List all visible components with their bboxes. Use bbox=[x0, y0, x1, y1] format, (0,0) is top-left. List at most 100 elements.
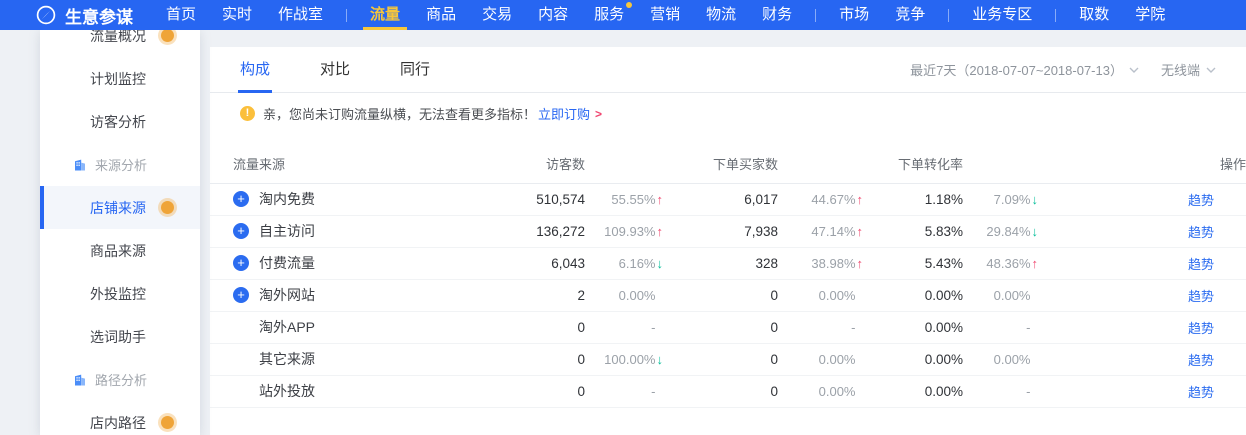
expand-icon[interactable]: + bbox=[233, 223, 249, 239]
buyers-change: 47.14%↑ bbox=[778, 215, 863, 247]
traffic-source-table: 流量来源访客数下单买家数下单转化率操作 +淘内免费510,57455.55%↑6… bbox=[210, 145, 1246, 408]
nav-item-competition[interactable]: 竞争 bbox=[895, 0, 925, 30]
brand[interactable]: 生意参谋 bbox=[36, 3, 133, 28]
table-row: +付费流量6,0436.16%↓32838.98%↑5.43%48.36%↑趋势 bbox=[210, 247, 1246, 279]
sidebar-item-label: 商品来源 bbox=[90, 241, 146, 261]
sidebar-item-label: 选词助手 bbox=[90, 327, 146, 347]
column-header: 流量来源 bbox=[210, 145, 500, 183]
arrow-right-icon: > bbox=[595, 107, 602, 121]
tabs: 构成 对比 同行 bbox=[240, 47, 480, 93]
sidebar: 流量概况计划监控访客分析来源分析店铺来源商品来源外投监控选词助手路径分析店内路径 bbox=[40, 30, 200, 435]
buyers-value: 0 bbox=[663, 375, 778, 407]
arrow-down-icon: ↓ bbox=[1032, 224, 1039, 239]
nav-item-realtime[interactable]: 实时 bbox=[222, 0, 252, 30]
terminal-label: 无线端 bbox=[1161, 60, 1200, 79]
visitors-change: 6.16%↓ bbox=[585, 247, 663, 279]
trend-link[interactable]: 趋势 bbox=[1188, 289, 1214, 304]
terminal-selector[interactable]: 无线端 bbox=[1161, 60, 1216, 79]
nav-item-data-extract[interactable]: 取数 bbox=[1079, 0, 1109, 30]
sidebar-item-visitor-analysis[interactable]: 访客分析 bbox=[40, 100, 200, 143]
change-value: - bbox=[1026, 320, 1030, 335]
buyers-value: 0 bbox=[663, 343, 778, 375]
nav-item-traffic[interactable]: 流量 bbox=[370, 0, 400, 30]
nav-item-content[interactable]: 内容 bbox=[538, 0, 568, 30]
table-header-row: 流量来源访客数下单买家数下单转化率操作 bbox=[210, 145, 1246, 183]
column-header bbox=[778, 145, 863, 183]
trend-link[interactable]: 趋势 bbox=[1188, 225, 1214, 240]
nav-divider bbox=[815, 9, 816, 22]
conversion-value: 1.18% bbox=[863, 183, 963, 215]
expand-icon[interactable]: + bbox=[233, 191, 249, 207]
sidebar-item-product-source[interactable]: 商品来源 bbox=[40, 229, 200, 272]
trend-link[interactable]: 趋势 bbox=[1188, 321, 1214, 336]
tab-compare[interactable]: 对比 bbox=[320, 47, 350, 93]
building-icon bbox=[73, 373, 87, 387]
sidebar-item-label: 店铺来源 bbox=[90, 198, 146, 218]
conversion-change: -↑ bbox=[963, 375, 1038, 407]
nav-item-service[interactable]: 服务 bbox=[594, 0, 624, 30]
nav-item-logistics[interactable]: 物流 bbox=[706, 0, 736, 30]
nav-item-finance[interactable]: 财务 bbox=[762, 0, 792, 30]
new-badge-dot bbox=[161, 416, 174, 429]
source-name: 淘外网站 bbox=[259, 287, 315, 303]
table-row: +其它来源0100.00%↓00.00%↑0.00%0.00%↑趋势 bbox=[210, 343, 1246, 375]
action-cell: 趋势 bbox=[1038, 311, 1246, 343]
nav-item-home[interactable]: 首页 bbox=[166, 0, 196, 30]
conversion-value: 5.43% bbox=[863, 247, 963, 279]
nav-item-trade[interactable]: 交易 bbox=[482, 0, 512, 30]
trend-link[interactable]: 趋势 bbox=[1188, 257, 1214, 272]
nav-item-product[interactable]: 商品 bbox=[426, 0, 456, 30]
buyers-value: 0 bbox=[663, 279, 778, 311]
expand-icon[interactable]: + bbox=[233, 255, 249, 271]
source-name-cell: +淘外APP bbox=[210, 311, 500, 343]
sidebar-item-shop-source[interactable]: 店铺来源 bbox=[40, 186, 200, 229]
sidebar-item-external-monitor[interactable]: 外投监控 bbox=[40, 272, 200, 315]
trend-link[interactable]: 趋势 bbox=[1188, 353, 1214, 368]
change-value: - bbox=[851, 320, 855, 335]
column-header: 下单买家数 bbox=[663, 145, 778, 183]
sidebar-item-instore-path[interactable]: 店内路径 bbox=[40, 401, 200, 435]
change-value: - bbox=[651, 320, 655, 335]
change-value: 47.14% bbox=[811, 224, 855, 239]
change-value: 0.00% bbox=[819, 384, 856, 399]
source-name-cell: +站外投放 bbox=[210, 375, 500, 407]
action-cell: 趋势 bbox=[1038, 183, 1246, 215]
source-name: 淘内免费 bbox=[259, 191, 315, 207]
sidebar-item-label: 店内路径 bbox=[90, 413, 146, 433]
tab-peers[interactable]: 同行 bbox=[400, 47, 430, 93]
change-value: 0.00% bbox=[819, 288, 856, 303]
action-cell: 趋势 bbox=[1038, 247, 1246, 279]
visitors-value: 6,043 bbox=[500, 247, 585, 279]
date-range-selector[interactable]: 最近7天（2018-07-07~2018-07-13） bbox=[910, 60, 1139, 79]
expand-icon[interactable]: + bbox=[233, 287, 249, 303]
sidebar-item-traffic-overview[interactable]: 流量概况 bbox=[40, 30, 200, 57]
action-cell: 趋势 bbox=[1038, 279, 1246, 311]
change-value: - bbox=[1026, 384, 1030, 399]
nav-item-war-room[interactable]: 作战室 bbox=[278, 0, 323, 30]
table-row: +淘外APP0-↑0-↑0.00%-↑趋势 bbox=[210, 311, 1246, 343]
nav-item-business-zone[interactable]: 业务专区 bbox=[972, 0, 1032, 30]
sidebar-item-label: 计划监控 bbox=[90, 69, 146, 89]
arrow-up-icon: ↑ bbox=[657, 224, 664, 239]
sidebar-item-plan-monitor[interactable]: 计划监控 bbox=[40, 57, 200, 100]
source-name: 其它来源 bbox=[259, 351, 315, 367]
conversion-change: 0.00%↑ bbox=[963, 343, 1038, 375]
subscribe-link[interactable]: 立即订购 bbox=[538, 104, 590, 123]
tab-composition[interactable]: 构成 bbox=[240, 47, 270, 93]
trend-link[interactable]: 趋势 bbox=[1188, 385, 1214, 400]
arrow-down-icon: ↓ bbox=[657, 256, 664, 271]
sidebar-item-label: 来源分析 bbox=[95, 155, 147, 174]
buyers-change: 0.00%↑ bbox=[778, 279, 863, 311]
nav-item-marketing[interactable]: 营销 bbox=[650, 0, 680, 30]
visitors-value: 0 bbox=[500, 343, 585, 375]
nav-item-academy[interactable]: 学院 bbox=[1135, 0, 1165, 30]
main-panel: 构成对比同行 最近7天（2018-07-07~2018-07-13） 无线端 !… bbox=[210, 47, 1246, 435]
visitors-change: -↑ bbox=[585, 375, 663, 407]
nav-divider bbox=[346, 9, 347, 22]
column-header: 操作 bbox=[1038, 145, 1246, 183]
action-cell: 趋势 bbox=[1038, 215, 1246, 247]
trend-link[interactable]: 趋势 bbox=[1188, 193, 1214, 208]
column-header: 下单转化率 bbox=[863, 145, 963, 183]
nav-item-market[interactable]: 市场 bbox=[839, 0, 869, 30]
sidebar-item-word-helper[interactable]: 选词助手 bbox=[40, 315, 200, 358]
